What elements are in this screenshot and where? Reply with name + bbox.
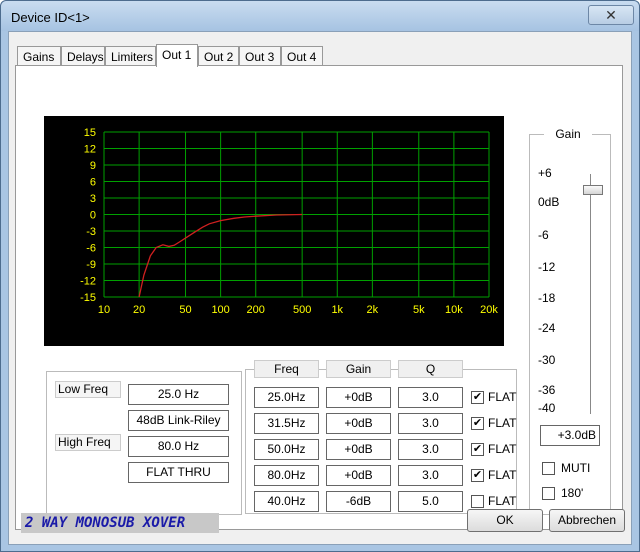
- y-tick-label: -12: [80, 276, 96, 288]
- gain-title: Gain: [544, 127, 592, 143]
- muti-checkbox[interactable]: [542, 462, 555, 475]
- x-tick-label: 200: [247, 304, 265, 316]
- tab-out-4[interactable]: Out 4: [281, 46, 323, 66]
- gain-value-field[interactable]: +3.0dB: [540, 425, 600, 446]
- eq-gain-header: Gain: [326, 360, 391, 378]
- device-window: Device ID<1> ✕ Gains Delays Limiters Out…: [0, 0, 640, 552]
- tab-gains[interactable]: Gains: [17, 46, 61, 66]
- x-tick-label: 5k: [413, 304, 425, 316]
- y-tick-label: 12: [84, 144, 96, 156]
- dialog-body: Gains Delays Limiters Out 1 Out 2 Out 3 …: [8, 31, 632, 545]
- tab-out-3[interactable]: Out 3: [239, 46, 281, 66]
- x-tick-label: 50: [179, 304, 191, 316]
- x-tick-label: 20k: [480, 304, 498, 316]
- y-tick-label: -3: [86, 226, 96, 238]
- x-tick-label: 10k: [445, 304, 463, 316]
- y-tick-label: 0: [90, 210, 96, 222]
- gain-scale-label: -24: [538, 321, 556, 335]
- eq-band-flat-checkbox[interactable]: ✔: [471, 417, 484, 430]
- eq-band-freq-field[interactable]: 31.5Hz: [254, 413, 319, 434]
- eq-band-q-field[interactable]: 3.0: [398, 413, 463, 434]
- gain-scale-label: -18: [538, 291, 556, 305]
- y-tick-label: -6: [86, 243, 96, 255]
- phase-180-checkbox[interactable]: [542, 487, 555, 500]
- out-1-panel: 15 12 9 6 3 0 -3 -6 -9 -12 -15 10 20 50 100 200 500 1k 2k 5…: [15, 65, 623, 530]
- x-tick-label: 1k: [331, 304, 343, 316]
- gain-scale-label: -6: [538, 228, 549, 242]
- eq-band-gain-field[interactable]: +0dB: [326, 413, 391, 434]
- tab-limiters[interactable]: Limiters: [105, 46, 156, 66]
- eq-band-gain-field[interactable]: +0dB: [326, 387, 391, 408]
- eq-band-flat-label: FLAT: [488, 442, 517, 456]
- eq-band-flat-checkbox[interactable]: ✔: [471, 469, 484, 482]
- eq-band-q-field[interactable]: 3.0: [398, 387, 463, 408]
- title-bar: Device ID<1> ✕: [1, 1, 639, 31]
- ok-button[interactable]: OK: [467, 509, 543, 532]
- eq-group: Freq Gain Q 25.0Hz +0dB 3.0 ✔ FLAT 31.5Hz +0dB…: [245, 360, 517, 514]
- muti-label: MUTI: [561, 461, 591, 475]
- x-tick-label: 20: [133, 304, 145, 316]
- gain-scale-label: +6: [538, 166, 552, 180]
- eq-band-flat-label: FLAT: [488, 416, 517, 430]
- gain-slider-track[interactable]: [590, 174, 592, 414]
- eq-band-flat-label: FLAT: [488, 468, 517, 482]
- eq-freq-header: Freq: [254, 360, 319, 378]
- gain-slider-thumb[interactable]: [583, 184, 603, 195]
- gain-scale-label: -40: [538, 401, 556, 415]
- high-filter-type-field[interactable]: FLAT THRU: [128, 462, 229, 483]
- gain-scale-label: 0dB: [538, 195, 560, 209]
- x-tick-label: 2k: [367, 304, 379, 316]
- y-tick-label: -9: [86, 259, 96, 271]
- eq-band-q-field[interactable]: 5.0: [398, 491, 463, 512]
- eq-band-flat-label: FLAT: [488, 390, 517, 404]
- eq-band-freq-field[interactable]: 25.0Hz: [254, 387, 319, 408]
- eq-band-flat-checkbox[interactable]: ✔: [471, 391, 484, 404]
- eq-band-q-field[interactable]: 3.0: [398, 439, 463, 460]
- preset-name-banner: 2 WAY MONOSUB XOVER: [21, 513, 219, 533]
- eq-band-flat-checkbox[interactable]: [471, 495, 484, 508]
- x-tick-label: 10: [98, 304, 110, 316]
- eq-band-flat-label: FLAT: [488, 494, 517, 508]
- low-filter-type-field[interactable]: 48dB Link-Riley: [128, 410, 229, 431]
- gain-scale-label: -12: [538, 260, 556, 274]
- eq-band-gain-field[interactable]: -6dB: [326, 491, 391, 512]
- gain-scale-label: -30: [538, 353, 556, 367]
- gain-scale-label: -36: [538, 383, 556, 397]
- crossover-group: Low Freq 25.0 Hz 48dB Link-Riley High Fr…: [46, 371, 242, 515]
- high-freq-field[interactable]: 80.0 Hz: [128, 436, 229, 457]
- close-button[interactable]: ✕: [588, 5, 634, 25]
- gain-group: Gain +6 0dB -6 -12 -18 -24 -30 -36 -40 +3.0dB MU…: [529, 127, 611, 515]
- y-tick-label: 15: [84, 127, 96, 139]
- eq-band-freq-field[interactable]: 40.0Hz: [254, 491, 319, 512]
- eq-band-gain-field[interactable]: +0dB: [326, 465, 391, 486]
- x-tick-label: 100: [211, 304, 229, 316]
- frequency-response-graph: 15 12 9 6 3 0 -3 -6 -9 -12 -15 10 20 50 100 200 500 1k 2k 5…: [44, 116, 504, 346]
- tab-out-1[interactable]: Out 1: [156, 44, 198, 67]
- tab-out-2[interactable]: Out 2: [198, 46, 239, 66]
- cancel-button[interactable]: Abbrechen: [549, 509, 625, 532]
- y-tick-label: 3: [90, 193, 96, 205]
- x-tick-label: 500: [293, 304, 311, 316]
- eq-band-freq-field[interactable]: 80.0Hz: [254, 465, 319, 486]
- eq-q-header: Q: [398, 360, 463, 378]
- eq-band-gain-field[interactable]: +0dB: [326, 439, 391, 460]
- eq-band-flat-checkbox[interactable]: ✔: [471, 443, 484, 456]
- eq-band-freq-field[interactable]: 50.0Hz: [254, 439, 319, 460]
- phase-180-label: 180': [561, 486, 584, 500]
- low-freq-label: Low Freq: [55, 381, 121, 398]
- y-tick-label: 9: [90, 160, 96, 172]
- tab-delays[interactable]: Delays: [61, 46, 105, 66]
- window-title: Device ID<1>: [11, 10, 90, 25]
- low-freq-field[interactable]: 25.0 Hz: [128, 384, 229, 405]
- frequency-response-svg: 15 12 9 6 3 0 -3 -6 -9 -12 -1510 20 50 100 200 500 1k 2k 5…: [80, 127, 498, 316]
- y-tick-label: -15: [80, 292, 96, 304]
- eq-band-q-field[interactable]: 3.0: [398, 465, 463, 486]
- y-tick-label: 6: [90, 177, 96, 189]
- high-freq-label: High Freq: [55, 434, 121, 451]
